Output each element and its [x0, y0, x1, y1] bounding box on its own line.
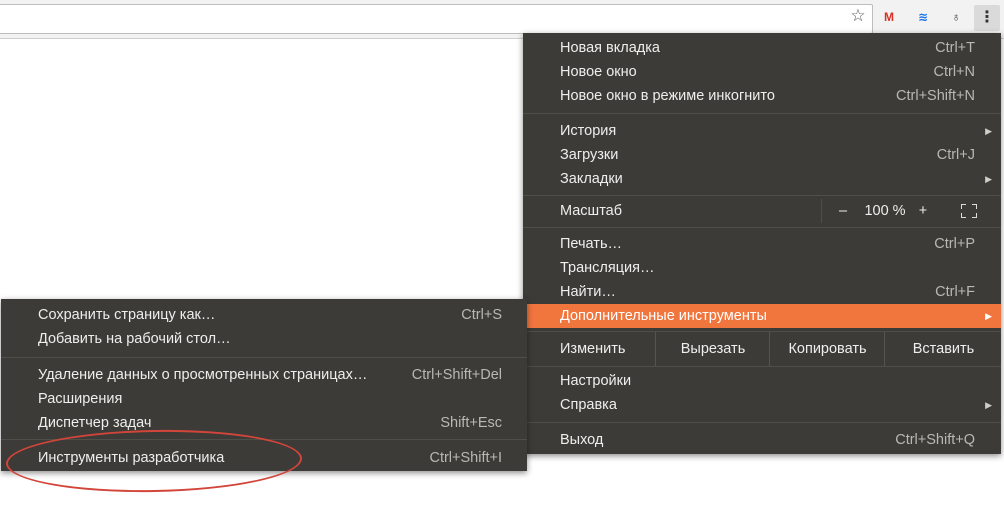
menu-item-incognito[interactable]: Новое окно в режиме инкогнито Ctrl+Shift… [523, 84, 1001, 108]
menu-item-label: Новое окно в режиме инкогнито [560, 88, 775, 104]
menu-item-label: Справка [560, 397, 617, 413]
menu-item-shortcut: Shift+Esc [440, 415, 502, 431]
menu-item-label: Новая вкладка [560, 40, 660, 56]
menu-item-new-tab[interactable]: Новая вкладка Ctrl+T [523, 36, 1001, 60]
menu-item-new-window[interactable]: Новое окно Ctrl+N [523, 60, 1001, 84]
cut-button[interactable]: Вырезать [655, 332, 770, 366]
sync-extension-icon[interactable]: ≋ [914, 8, 932, 26]
address-bar[interactable] [0, 4, 873, 34]
menu-item-help[interactable]: Справка ▶ [523, 393, 1001, 417]
menu-item-shortcut: Ctrl+Shift+Del [411, 367, 502, 383]
menu-item-zoom: Масштаб – 100 % + [523, 199, 1001, 223]
lightbulb-extension-icon[interactable]: ♁ [947, 8, 965, 26]
menu-item-label: Изменить [560, 341, 626, 357]
menu-item-shortcut: Ctrl+Shift+I [429, 450, 502, 466]
menu-edit-row: Изменить Вырезать Копировать Вставить [523, 332, 1001, 366]
menu-item-extensions[interactable]: Расширения [1, 387, 527, 411]
submenu-arrow-icon: ▶ [985, 311, 992, 321]
menu-item-label: Загрузки [560, 147, 619, 163]
menu-item-label: Удаление данных о просмотренных страница… [38, 367, 368, 383]
menu-item-label: Выход [560, 432, 604, 448]
menu-item-shortcut: Ctrl+F [935, 284, 975, 300]
star-icon[interactable]: ☆ [849, 7, 867, 25]
zoom-out-button[interactable]: – [836, 199, 850, 223]
menu-separator [523, 227, 1001, 228]
menu-item-label: Расширения [38, 391, 123, 407]
menu-item-shortcut: Ctrl+S [461, 307, 502, 323]
menu-item-label: Инструменты разработчика [38, 450, 225, 466]
menu-item-exit[interactable]: Выход Ctrl+Shift+Q [523, 428, 1001, 452]
menu-item-print[interactable]: Печать… Ctrl+P [523, 232, 1001, 256]
menu-item-label: Масштаб [560, 203, 623, 219]
menu-item-shortcut: Ctrl+T [935, 40, 975, 56]
menu-item-label: Закладки [560, 171, 623, 187]
menu-item-settings[interactable]: Настройки [523, 369, 1001, 393]
menu-item-shortcut: Ctrl+P [934, 236, 975, 252]
submenu-arrow-icon: ▶ [985, 174, 992, 184]
fullscreen-icon[interactable] [961, 204, 977, 218]
copy-button[interactable]: Копировать [769, 332, 885, 366]
browser-main-menu: Новая вкладка Ctrl+T Новое окно Ctrl+N Н… [523, 33, 1001, 454]
menu-item-save-page[interactable]: Сохранить страницу как… Ctrl+S [1, 303, 527, 327]
menu-separator [523, 195, 1001, 196]
submenu-arrow-icon: ▶ [985, 126, 992, 136]
menu-separator [523, 113, 1001, 114]
menu-item-label: Найти… [560, 284, 616, 300]
menu-item-downloads[interactable]: Загрузки Ctrl+J [523, 143, 1001, 167]
menu-item-find[interactable]: Найти… Ctrl+F [523, 280, 1001, 304]
menu-item-shortcut: Ctrl+N [933, 64, 976, 80]
menu-item-label: Диспетчер задач [38, 415, 152, 431]
menu-separator [1, 357, 527, 358]
menu-item-label: История [560, 123, 617, 139]
menu-item-label: Печать… [560, 236, 623, 252]
menu-item-shortcut: Ctrl+Shift+N [896, 88, 975, 104]
menu-item-add-to-desktop[interactable]: Добавить на рабочий стол… [1, 327, 527, 351]
menu-item-label: Настройки [560, 373, 632, 389]
menu-separator [523, 422, 1001, 423]
submenu-arrow-icon: ▶ [985, 400, 992, 410]
more-tools-submenu: Сохранить страницу как… Ctrl+S Добавить … [1, 299, 527, 471]
menu-item-history[interactable]: История ▶ [523, 119, 1001, 143]
zoom-level: 100 % [864, 203, 906, 219]
menu-item-label: Трансляция… [560, 260, 655, 276]
menu-separator [523, 366, 1001, 367]
zoom-divider [821, 199, 822, 223]
menu-item-label: Сохранить страницу как… [38, 307, 216, 323]
menu-item-shortcut: Ctrl+Shift+Q [895, 432, 975, 448]
menu-item-developer-tools[interactable]: Инструменты разработчика Ctrl+Shift+I [1, 446, 527, 470]
zoom-in-button[interactable]: + [916, 199, 930, 223]
menu-separator [1, 439, 527, 440]
menu-item-clear-browsing-data[interactable]: Удаление данных о просмотренных страница… [1, 363, 527, 387]
menu-item-more-tools[interactable]: Дополнительные инструменты ▶ [523, 304, 1001, 328]
paste-button[interactable]: Вставить [884, 332, 1002, 366]
menu-item-label: Новое окно [560, 64, 637, 80]
menu-item-bookmarks[interactable]: Закладки ▶ [523, 167, 1001, 191]
gmail-icon[interactable]: M [880, 8, 898, 26]
menu-item-shortcut: Ctrl+J [936, 147, 975, 163]
kebab-menu-icon[interactable]: ⋮ [974, 5, 1000, 31]
menu-item-label: Добавить на рабочий стол… [38, 331, 231, 347]
menu-item-label: Дополнительные инструменты [560, 308, 767, 324]
menu-item-cast[interactable]: Трансляция… [523, 256, 1001, 280]
menu-item-task-manager[interactable]: Диспетчер задач Shift+Esc [1, 411, 527, 435]
